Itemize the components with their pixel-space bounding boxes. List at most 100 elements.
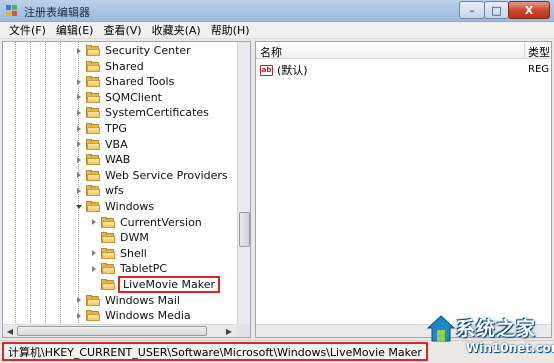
folder-icon — [101, 263, 115, 275]
tree-item[interactable]: SystemCertificates — [75, 105, 209, 120]
tree-item-label: CurrentVersion — [120, 215, 202, 229]
expand-arrow-icon[interactable] — [75, 312, 82, 319]
tree-item[interactable]: Web Service Providers — [75, 168, 228, 183]
tree-item[interactable]: Shared — [75, 59, 144, 74]
tree-item-label: wfs — [105, 184, 124, 198]
expand-arrow-icon[interactable] — [75, 78, 82, 85]
tree-guide-lines — [15, 42, 79, 324]
tree-horizontal-scroll-thumb[interactable] — [17, 326, 207, 336]
tree-item-label: Security Center — [105, 44, 191, 57]
tree-item-label: WAB — [105, 153, 131, 167]
watermark-logo: 系统之家 Win10net.com — [426, 310, 554, 363]
menu-view[interactable]: 查看(V) — [98, 22, 146, 38]
tree-item[interactable]: LiveMovie Maker — [90, 276, 221, 293]
tree-item-label: Shell — [120, 246, 147, 260]
ab-string-icon: ab — [260, 64, 273, 76]
tree-item[interactable]: TabletPC — [90, 261, 167, 276]
folder-icon — [86, 201, 100, 212]
tree-item[interactable]: TPG — [75, 121, 127, 136]
folder-icon — [86, 310, 100, 322]
tree-item-label: Web Service Providers — [105, 168, 228, 182]
menu-edit[interactable]: 编辑(E) — [51, 22, 99, 38]
tree-item-label: Windows Media — [105, 309, 191, 323]
menu-bar: 文件(F) 编辑(E) 查看(V) 收藏夹(A) 帮助(H) — [0, 22, 554, 39]
tree-item-label: Windows Mail — [105, 293, 180, 307]
expand-arrow-icon[interactable] — [75, 94, 82, 101]
tree-item-label: TabletPC — [120, 262, 168, 276]
expand-arrow-icon[interactable] — [75, 172, 82, 179]
tree-item[interactable]: Security Center — [75, 43, 191, 58]
tree-item[interactable]: Shell — [90, 246, 147, 261]
expand-arrow-icon[interactable] — [75, 47, 82, 54]
tree-item-label: TPG — [105, 122, 127, 135]
tree-item[interactable]: wfs — [75, 183, 124, 198]
value-name: (默认) — [277, 64, 308, 77]
tree-item[interactable]: Shared Tools — [75, 74, 174, 89]
folder-icon — [86, 138, 100, 150]
tree-item[interactable]: SQMClient — [75, 90, 162, 105]
folder-icon — [86, 91, 100, 103]
folder-icon — [86, 185, 100, 197]
value-type: REG — [528, 64, 550, 75]
tree-item-label: SystemCertificates — [105, 106, 209, 120]
maximize-icon: □ — [491, 3, 502, 17]
maximize-button[interactable]: □ — [484, 1, 509, 19]
tree-item[interactable]: Windows Media — [75, 308, 191, 323]
expand-arrow-icon[interactable] — [90, 250, 97, 257]
tree-item[interactable]: WAB — [75, 152, 130, 167]
folder-icon — [86, 154, 100, 166]
value-row[interactable]: ab (默认) — [260, 63, 308, 77]
values-pane[interactable]: 名称 类型 ab (默认) REG — [255, 41, 552, 338]
tree-item[interactable]: DWM — [90, 230, 149, 245]
collapse-arrow-icon[interactable] — [75, 203, 82, 210]
window-title: 注册表编辑器 — [24, 6, 90, 19]
window-controls: – □ X — [459, 1, 550, 19]
menu-help[interactable]: 帮助(H) — [206, 22, 255, 38]
tree-horizontal-scrollbar[interactable]: ◀ ▶ — [3, 324, 237, 337]
house-logo-icon — [426, 315, 456, 342]
tree-vertical-scrollbar[interactable] — [237, 42, 250, 324]
regedit-app-icon — [6, 5, 17, 16]
minimize-button[interactable]: – — [459, 1, 485, 19]
scrollbar-corner — [237, 324, 250, 337]
folder-icon — [86, 60, 100, 72]
folder-icon — [86, 294, 100, 306]
column-name-header[interactable]: 名称 — [260, 44, 282, 60]
status-path: 计算机\HKEY_CURRENT_USER\Software\Microsoft… — [2, 342, 428, 361]
main-frame: Security Center Shared Shared Tools SQMClie… — [0, 39, 554, 340]
tree-item-label: LiveMovie Maker — [118, 276, 221, 293]
menu-favorites[interactable]: 收藏夹(A) — [147, 22, 206, 38]
close-button[interactable]: X — [508, 1, 550, 19]
column-header: 名称 类型 — [256, 42, 551, 60]
expand-arrow-icon[interactable] — [75, 297, 82, 304]
tree-vertical-scroll-thumb[interactable] — [239, 212, 250, 247]
expand-arrow-icon[interactable] — [75, 187, 82, 194]
folder-icon — [101, 247, 115, 259]
expand-arrow-icon[interactable] — [75, 141, 82, 148]
tree-item-label: VBA — [105, 137, 128, 151]
tree-item[interactable]: Windows Mail — [75, 293, 180, 308]
menu-file[interactable]: 文件(F) — [0, 22, 51, 38]
expand-arrow-icon[interactable] — [90, 265, 97, 272]
tree-item[interactable]: VBA — [75, 137, 128, 152]
folder-icon — [86, 76, 100, 88]
scroll-left-icon[interactable]: ◀ — [4, 326, 16, 337]
column-divider[interactable] — [524, 42, 525, 59]
title-bar: 注册表编辑器 – □ X — [0, 0, 554, 22]
expand-arrow-icon[interactable] — [75, 125, 82, 132]
tree-item[interactable]: CurrentVersion — [90, 215, 202, 230]
expand-arrow-icon[interactable] — [75, 156, 82, 163]
folder-icon — [86, 45, 100, 56]
folder-icon — [101, 279, 115, 290]
close-icon: X — [524, 3, 534, 17]
expand-arrow-icon[interactable] — [90, 219, 97, 226]
scroll-right-icon[interactable]: ▶ — [223, 326, 235, 337]
tree-item[interactable]: Windows — [75, 199, 154, 214]
key-tree-pane[interactable]: Security Center Shared Shared Tools SQMClie… — [2, 41, 251, 338]
expand-arrow-icon[interactable] — [75, 109, 82, 116]
column-type-header[interactable]: 类型 — [528, 44, 550, 60]
tree-item-label: DWM — [120, 231, 149, 245]
